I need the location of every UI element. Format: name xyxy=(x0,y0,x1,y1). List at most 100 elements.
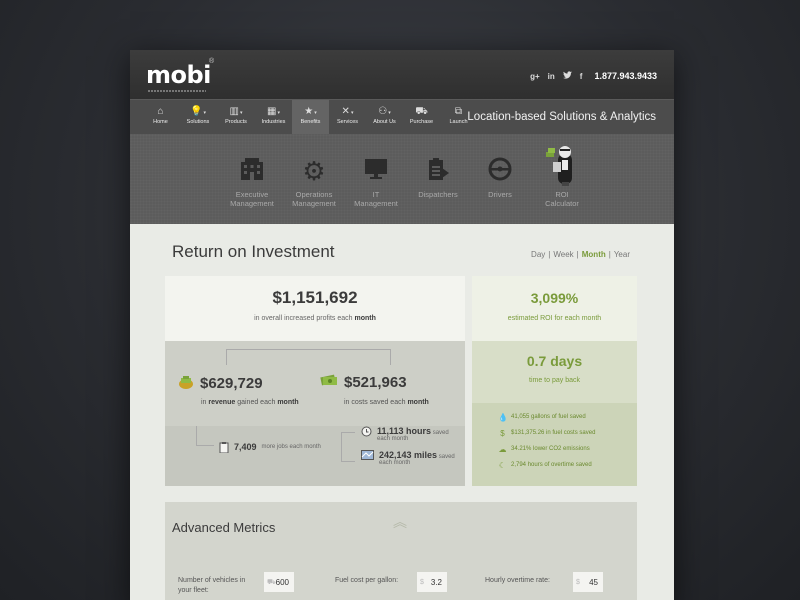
period-week[interactable]: Week xyxy=(553,250,573,259)
savings-details-panel: 7,409 more jobs each month 11,113 hours … xyxy=(165,426,465,486)
subnav-label: Calculator xyxy=(545,199,579,208)
advanced-metrics-panel: Advanced Metrics ︽ Number of vehicles in… xyxy=(165,502,637,600)
fuel-cost-input[interactable]: $3.2 xyxy=(417,572,447,592)
vehicles-label: Number of vehicles in your fleet: xyxy=(178,577,246,594)
subnav-label: Executive xyxy=(235,190,269,199)
nav-industries[interactable]: ▦▾ Industries xyxy=(255,100,292,135)
stat-fuel-costs: $ $131,375.26 in fuel costs saved xyxy=(498,425,595,441)
roi-percent-value: 3,099% xyxy=(530,290,579,306)
cash-icon xyxy=(320,373,338,392)
miles-label-sub: each month xyxy=(379,460,411,466)
nav-label: Solutions xyxy=(186,119,210,125)
star-icon: ★▾ xyxy=(304,106,317,117)
site-tagline: Location-based Solutions & Analytics xyxy=(467,111,656,123)
payback-panel: 0.7 days time to pay back xyxy=(472,341,637,403)
revenue-value: $629,729 xyxy=(200,375,263,392)
fuel-cost-label: Fuel cost per gallon: xyxy=(335,577,399,584)
subnav-label: Operations xyxy=(295,190,333,199)
stat-co2: ☁ 34.21% lower CO2 emissions xyxy=(498,444,590,454)
lightbulb-icon: 💡▾ xyxy=(190,106,206,117)
moon-icon: ☾ xyxy=(498,460,507,470)
map-icon xyxy=(361,450,374,462)
subnav-label: Management xyxy=(230,199,274,208)
jobs-value: 7,409 xyxy=(234,442,257,452)
nav-label: Industries xyxy=(261,119,286,125)
miles-row: 242,143 miles saved each month xyxy=(361,450,455,466)
revenue-costs-panel: $629,729 in revenue gained each month $5… xyxy=(165,341,465,426)
roi-person-icon xyxy=(531,146,593,190)
nav-label: Home xyxy=(153,119,168,125)
payback-label: time to pay back xyxy=(529,377,580,384)
phone-number[interactable]: 1.877.943.9433 xyxy=(594,71,657,81)
overtime-rate-input[interactable]: $45 xyxy=(573,572,603,592)
period-year[interactable]: Year xyxy=(614,250,630,259)
subnav-label: Dispatchers xyxy=(418,190,458,199)
nav-label: Services xyxy=(336,119,359,125)
clock-icon xyxy=(361,426,372,439)
subnav-it-management[interactable]: IT Management xyxy=(345,134,407,208)
subnav-executive-management[interactable]: Executive Management xyxy=(221,134,283,208)
gear-icon: ⚙ xyxy=(302,156,326,186)
environmental-stats-panel: 💧 41,055 gallons of fuel saved $ $131,37… xyxy=(472,403,637,486)
logo-tagline-line xyxy=(148,90,206,92)
page-title: Return on Investment xyxy=(172,242,335,261)
hours-label: saved xyxy=(432,430,449,436)
overtime-rate-label: Hourly overtime rate: xyxy=(485,577,550,584)
connector-line xyxy=(226,349,391,365)
fuel-drop-icon: 💧 xyxy=(498,412,508,422)
stat-fuel-gallons: 💧 41,055 gallons of fuel saved xyxy=(498,412,586,422)
connector-line xyxy=(341,432,355,462)
nav-about-us[interactable]: ⚇▾ About Us xyxy=(366,100,403,135)
tools-icon: ✕▾ xyxy=(341,106,354,117)
miles-label: saved xyxy=(438,454,455,460)
nav-services[interactable]: ✕▾ Services xyxy=(329,100,366,135)
money-bag-icon xyxy=(178,373,194,394)
miles-value: 242,143 miles xyxy=(379,450,438,460)
nav-label: Benefits xyxy=(300,119,321,125)
stat-overtime: ☾ 2,794 hours of overtime saved xyxy=(498,460,592,470)
truck-icon: ⛟ xyxy=(267,578,276,586)
facebook-icon[interactable]: f xyxy=(580,72,583,81)
main-nav: ⌂ Home 💡▾ Solutions ▥▾ Products ▦▾ Indus… xyxy=(130,99,674,135)
collapse-chevron-icon[interactable]: ︽ xyxy=(393,515,407,529)
linkedin-icon[interactable]: in xyxy=(548,72,555,81)
total-profits-panel: $1,151,692 in overall increased profits … xyxy=(165,276,465,341)
nav-solutions[interactable]: 💡▾ Solutions xyxy=(179,100,217,135)
nav-products[interactable]: ▥▾ Products xyxy=(217,100,255,135)
subnav-drivers[interactable]: Drivers xyxy=(469,134,531,208)
social-links: g+ in f 1.877.943.9433 xyxy=(530,71,657,81)
roi-percent-label: estimated ROI for each month xyxy=(507,315,602,322)
advanced-metrics-title: Advanced Metrics xyxy=(172,520,276,535)
period-month[interactable]: Month xyxy=(582,250,606,259)
subnav-roi-calculator[interactable]: ROI Calculator xyxy=(531,134,593,208)
nav-purchase[interactable]: ⛟ Purchase xyxy=(403,100,440,135)
building-icon xyxy=(221,156,283,190)
mobi-logo[interactable]: mobi xyxy=(146,61,211,89)
period-day[interactable]: Day xyxy=(531,250,545,259)
vehicles-input[interactable]: ⛟ 600 xyxy=(264,572,294,592)
period-selector: Day | Week | Month | Year xyxy=(531,250,630,259)
steering-wheel-icon xyxy=(469,156,531,190)
hours-row: 11,113 hours saved each month xyxy=(361,426,449,442)
revenue-row: $629,729 xyxy=(178,373,263,394)
people-icon: ⚇▾ xyxy=(378,106,391,117)
building-icon: ▦▾ xyxy=(267,106,280,117)
clipboard-icon xyxy=(219,442,229,455)
subnav-label: IT xyxy=(372,190,380,199)
chart-icon: ▥▾ xyxy=(229,106,243,117)
nav-label: Purchase xyxy=(409,119,434,125)
nav-benefits[interactable]: ★▾ Benefits xyxy=(292,100,329,135)
dollar-icon: $ xyxy=(500,428,505,438)
nav-home[interactable]: ⌂ Home xyxy=(142,100,179,135)
google-plus-icon[interactable]: g+ xyxy=(530,72,540,81)
nav-label: Products xyxy=(225,119,247,125)
home-icon: ⌂ xyxy=(157,106,164,117)
twitter-icon[interactable] xyxy=(562,71,572,81)
total-profits-value: $1,151,692 xyxy=(272,288,358,307)
monitor-icon xyxy=(345,156,407,190)
subnav-dispatchers[interactable]: Dispatchers xyxy=(407,134,469,208)
nav-label: About Us xyxy=(373,119,396,125)
cloud-icon: ☁ xyxy=(498,444,507,454)
subnav-label: Management xyxy=(354,199,398,208)
subnav-operations-management[interactable]: ⚙ Operations Management xyxy=(283,134,345,208)
